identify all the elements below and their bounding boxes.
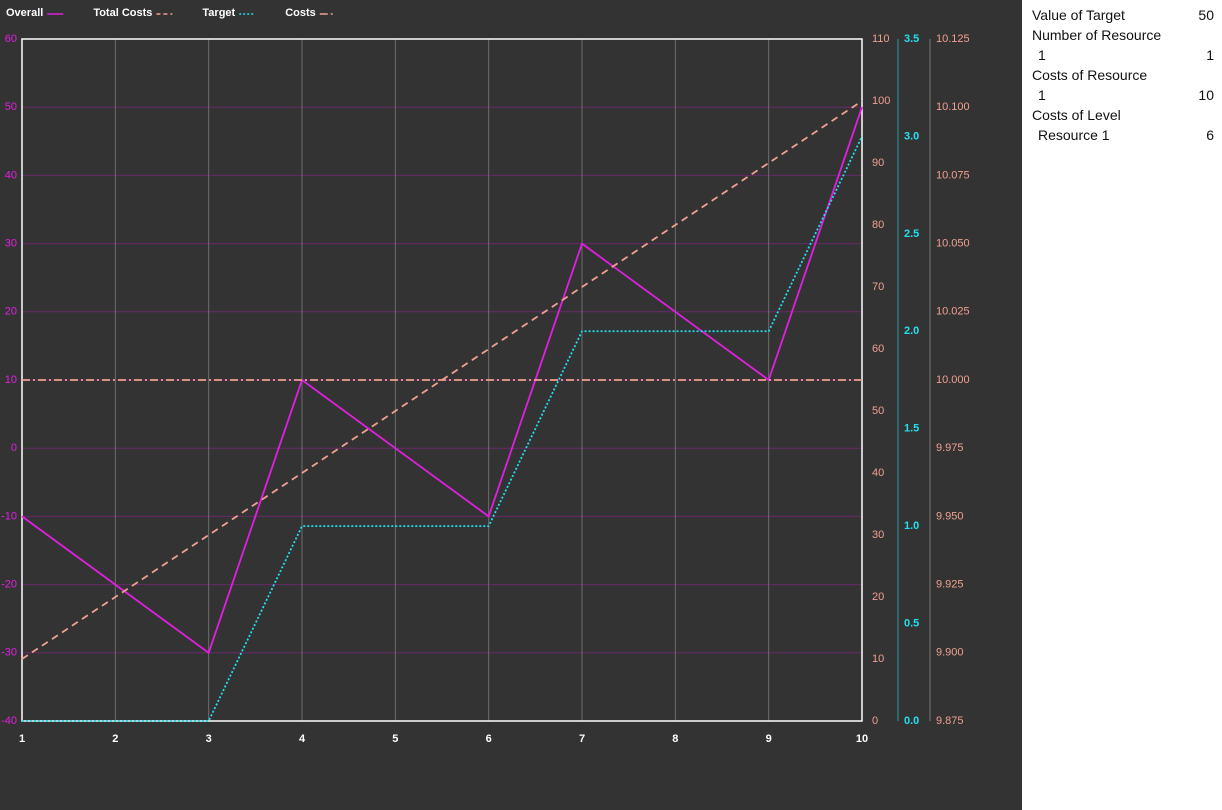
y-tick-label-right2: 0.0 xyxy=(904,715,919,727)
panel-label: Costs of Resource xyxy=(1032,67,1148,83)
panel-label: Costs of Level xyxy=(1032,107,1121,123)
y-tick-label-right1: 70 xyxy=(872,281,884,293)
legend-label: Total Costs xyxy=(93,7,152,19)
panel-label: 1 xyxy=(1038,87,1046,103)
panel-value: 10 xyxy=(1198,87,1214,103)
y-tick-label-right2: 3.0 xyxy=(904,130,919,142)
y-tick-label-right3: 10.075 xyxy=(936,169,970,181)
y-tick-label-left: -10 xyxy=(1,510,17,522)
y-tick-label-left: 0 xyxy=(11,442,17,454)
y-tick-label-left: 20 xyxy=(5,306,17,318)
y-tick-label-right2: 1.5 xyxy=(904,423,919,435)
legend-label: Overall xyxy=(6,7,43,19)
y-tick-label-right1: 60 xyxy=(872,343,884,355)
y-tick-label-right1: 50 xyxy=(872,405,884,417)
panel-row-costs-of-level-resource-1: Resource 1 6 xyxy=(1032,125,1214,145)
y-tick-label-right1: 20 xyxy=(872,591,884,603)
panel-row-value-of-target: Value of Target 50 xyxy=(1032,5,1214,25)
y-tick-label-left: -30 xyxy=(1,647,17,659)
y-tick-label-left: 60 xyxy=(5,33,17,45)
y-tick-label-right1: 100 xyxy=(872,95,890,107)
y-tick-label-right1: 30 xyxy=(872,529,884,541)
chart-area: -40 -30 -20 -10 0 10 20 30 40 50 60 0 10 20 30 40 50 60 70… xyxy=(0,0,1022,810)
x-tick-label: 5 xyxy=(392,733,398,745)
x-tick-label: 4 xyxy=(299,733,306,745)
x-tick-label: 9 xyxy=(766,733,772,745)
panel-row-costs-of-resource-1: 1 10 xyxy=(1032,85,1214,105)
y-tick-label-right2: 3.5 xyxy=(904,33,919,45)
x-tick-label: 1 xyxy=(19,733,25,745)
panel-row-costs-of-level: Costs of Level xyxy=(1032,105,1214,125)
x-tick-label: 7 xyxy=(579,733,585,745)
y-tick-label-right3: 9.875 xyxy=(936,715,964,727)
panel-label: Value of Target xyxy=(1032,7,1125,23)
panel-value: 6 xyxy=(1206,127,1214,143)
y-tick-label-left: 10 xyxy=(5,374,17,386)
panel-label: Resource 1 xyxy=(1038,127,1110,143)
y-tick-label-right3: 10.125 xyxy=(936,33,970,45)
y-tick-label-left: -20 xyxy=(1,579,17,591)
info-panel: Value of Target 50 Number of Resource 1 … xyxy=(1022,0,1222,810)
y-tick-label-right3: 10.100 xyxy=(936,101,970,113)
x-tick-label: 3 xyxy=(206,733,212,745)
x-tick-label: 8 xyxy=(672,733,678,745)
y-tick-label-right3: 10.050 xyxy=(936,238,970,250)
y-tick-label-right1: 80 xyxy=(872,219,884,231)
y-tick-label-left: 40 xyxy=(5,169,17,181)
panel-value: 50 xyxy=(1198,7,1214,23)
y-tick-label-right1: 90 xyxy=(872,157,884,169)
line-chart: -40-30-20-100102030405060010203040506070… xyxy=(1,7,970,745)
y-tick-label-right2: 1.0 xyxy=(904,520,919,532)
y-tick-label-right1: 110 xyxy=(872,33,890,45)
panel-row-number-of-resource: Number of Resource xyxy=(1032,25,1214,45)
y-tick-label-left: 50 xyxy=(5,101,17,113)
y-tick-label-right3: 9.925 xyxy=(936,579,964,591)
y-tick-label-right3: 9.900 xyxy=(936,647,964,659)
y-tick-label-left: 30 xyxy=(5,238,17,250)
y-tick-label-right3: 9.975 xyxy=(936,442,964,454)
y-tick-label-right2: 2.5 xyxy=(904,228,919,240)
x-tick-label: 6 xyxy=(486,733,492,745)
legend-label: Costs xyxy=(285,7,316,19)
y-tick-label-right2: 0.5 xyxy=(904,617,919,629)
y-tick-label-right2: 2.0 xyxy=(904,325,919,337)
y-tick-label-right1: 40 xyxy=(872,467,884,479)
y-tick-label-right1: 10 xyxy=(872,653,884,665)
legend-label: Target xyxy=(202,7,235,19)
panel-row-number-of-resource-1: 1 1 xyxy=(1032,45,1214,65)
panel-value: 1 xyxy=(1206,47,1214,63)
panel-label: 1 xyxy=(1038,47,1046,63)
panel-row-costs-of-resource: Costs of Resource xyxy=(1032,65,1214,85)
panel-label: Number of Resource xyxy=(1032,27,1162,43)
x-tick-label: 2 xyxy=(112,733,118,745)
y-tick-label-right3: 10.000 xyxy=(936,374,970,386)
y-tick-label-right3: 9.950 xyxy=(936,510,964,522)
y-tick-label-right1: 0 xyxy=(872,715,878,727)
x-tick-label: 10 xyxy=(856,733,868,745)
y-tick-label-right3: 10.025 xyxy=(936,306,970,318)
y-tick-label-left: -40 xyxy=(1,715,17,727)
